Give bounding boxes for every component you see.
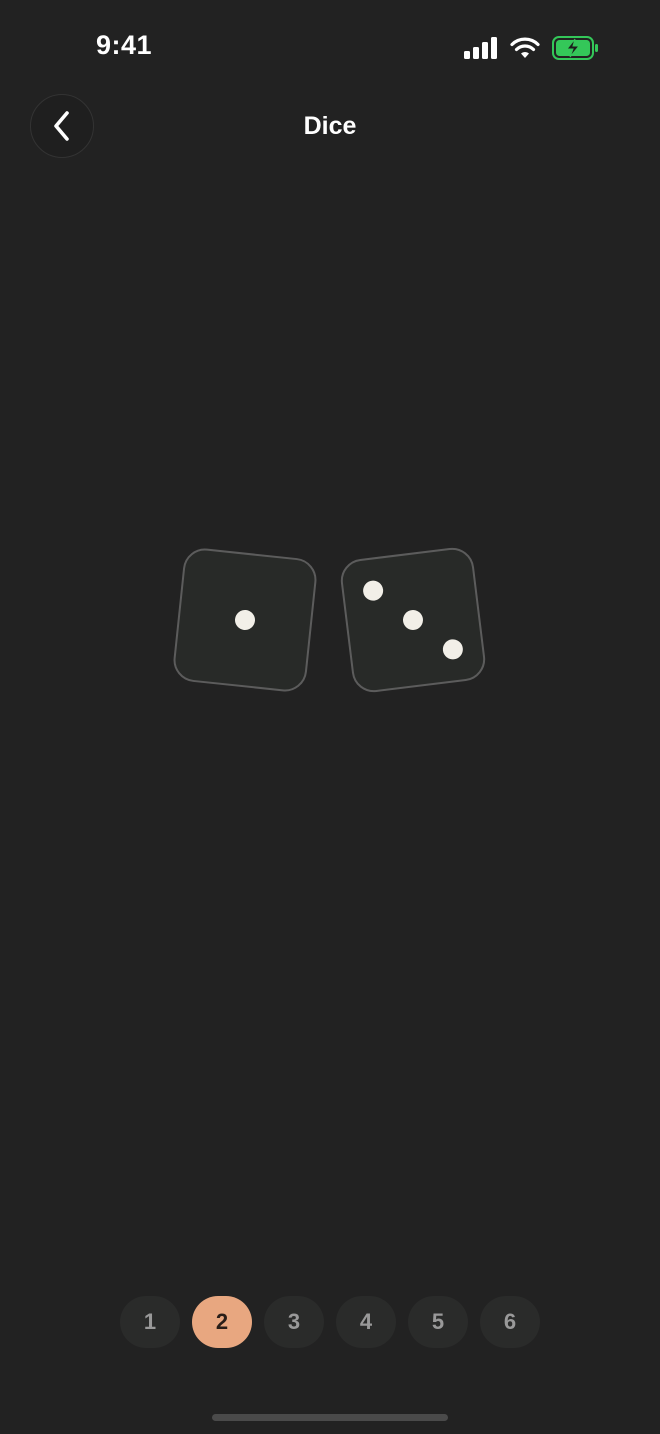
die-pip (361, 579, 385, 602)
navigation-bar: Dice (0, 92, 660, 162)
dice-count-option-3[interactable]: 3 (264, 1296, 324, 1348)
page-title: Dice (303, 112, 357, 140)
battery-charging-icon (552, 36, 598, 60)
status-bar: 9:41 (0, 0, 660, 96)
dice-count-option-5[interactable]: 5 (408, 1296, 468, 1348)
die-pip (234, 609, 256, 631)
die-pip (441, 638, 465, 661)
dice-count-option-1[interactable]: 1 (120, 1296, 180, 1348)
die-pip (401, 608, 425, 632)
die-one[interactable] (171, 546, 319, 694)
home-indicator[interactable] (212, 1414, 448, 1421)
dice-count-option-4[interactable]: 4 (336, 1296, 396, 1348)
status-icons (464, 36, 600, 60)
status-time: 9:41 (96, 30, 153, 60)
dice-count-option-6[interactable]: 6 (480, 1296, 540, 1348)
dice-count-selector: 1 2 3 4 5 6 (120, 1296, 540, 1348)
wifi-icon (510, 37, 540, 58)
cellular-signal-icon (464, 37, 497, 59)
dice-count-option-2[interactable]: 2 (192, 1296, 252, 1348)
die-three[interactable] (338, 545, 488, 695)
